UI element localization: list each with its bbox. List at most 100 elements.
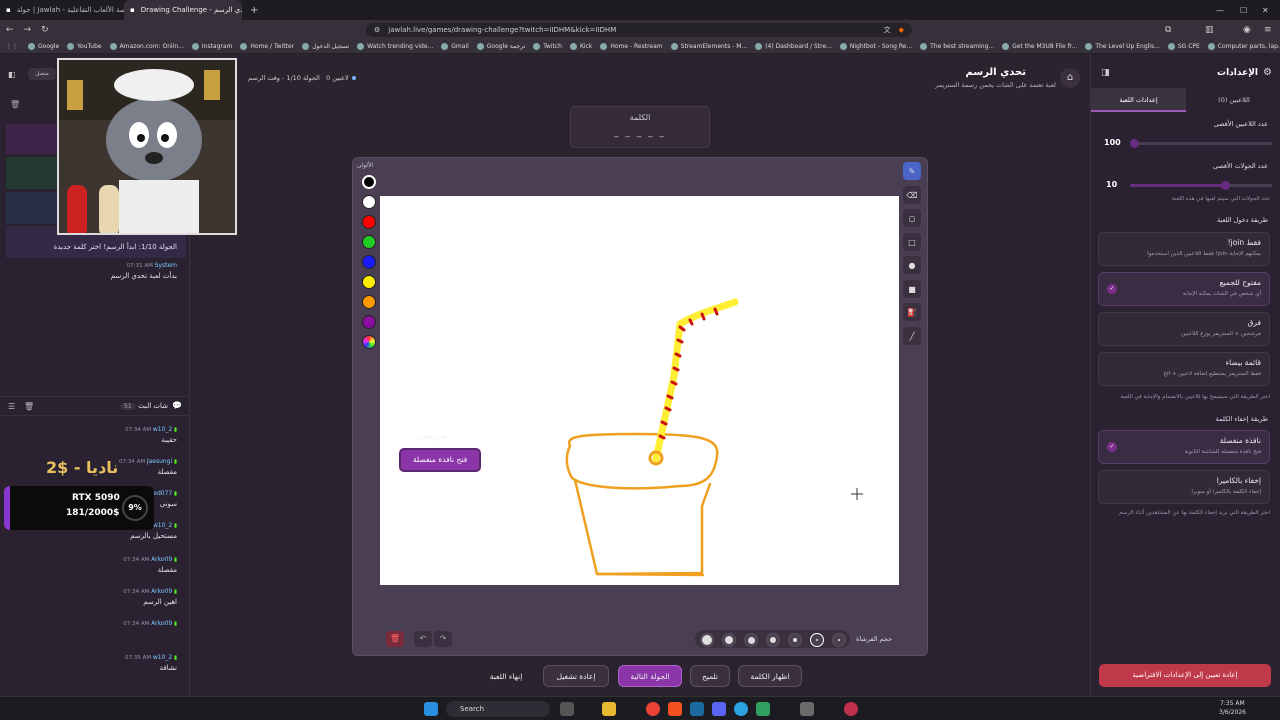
bookmark-item[interactable]: Nightbot - Song Re... (839, 43, 912, 50)
chat-username[interactable]: Arko09 (151, 620, 172, 627)
brush-size-option[interactable] (810, 633, 824, 647)
brush-size-option[interactable] (700, 633, 714, 647)
brush-size-option[interactable] (722, 633, 736, 647)
color-swatch[interactable] (362, 235, 376, 249)
chat-username[interactable]: Arko09 (151, 588, 172, 595)
color-swatch[interactable] (362, 275, 376, 289)
restart-button[interactable]: إعادة تشغيل (543, 665, 609, 687)
app-icon[interactable] (756, 702, 770, 716)
chat-username[interactable]: Jaesungi (147, 458, 172, 465)
settings-option[interactable]: قائمة بيضاء فقط الستريمر يستطيع إضافة لاع… (1098, 352, 1270, 386)
end-game-button[interactable]: إنهاء اللعبة (480, 665, 532, 687)
reload-icon[interactable]: ↻ (41, 25, 49, 35)
home-button[interactable]: ⌂ (1060, 68, 1080, 88)
next-round-button[interactable]: الجولة التالية (618, 665, 682, 687)
list-icon[interactable]: ☰ (8, 402, 15, 411)
app-icon[interactable] (844, 702, 858, 716)
windows-start-icon[interactable] (424, 702, 438, 716)
chat-username[interactable]: w10_2 (153, 426, 172, 433)
brush-size-option[interactable] (744, 633, 758, 647)
back-icon[interactable]: ← (6, 25, 14, 35)
bookmark-item[interactable]: Gmail (441, 43, 469, 50)
filled-circle-icon[interactable]: ● (903, 256, 921, 274)
pencil-icon[interactable]: ✎ (903, 162, 921, 180)
app-icon[interactable] (800, 702, 814, 716)
redo-button[interactable]: ↷ (434, 631, 452, 647)
discord-icon[interactable] (712, 702, 726, 716)
fill-bucket-icon[interactable]: ⛽ (903, 303, 921, 321)
hint-button[interactable]: تلميح (690, 665, 730, 687)
new-tab-icon[interactable]: + (250, 5, 258, 16)
max-rounds-slider[interactable] (1130, 181, 1272, 190)
bookmark-item[interactable]: Instagram (191, 43, 232, 50)
profile-icon[interactable]: ◉ (1243, 25, 1251, 35)
brush-size-option[interactable] (832, 633, 846, 647)
taskbar-search[interactable]: Search (446, 701, 550, 717)
color-swatch[interactable] (362, 175, 376, 189)
chat-username[interactable]: Arko09 (151, 556, 172, 563)
open-popup-button[interactable]: فتح نافذة منفصلة (399, 448, 481, 472)
rectangle-tool-icon[interactable]: □ (903, 233, 921, 251)
browser-tab-1[interactable]: ▪جولة | Jawlah - منصة الألعاب التفاعلية✕ (0, 0, 124, 20)
extensions-icon[interactable]: ⧉ (1165, 25, 1171, 35)
circle-tool-icon[interactable]: ○ (903, 209, 921, 227)
chat-username[interactable]: w10_2 (153, 522, 172, 529)
bookmark-item[interactable]: Amazon.com: Onlin... (109, 43, 184, 50)
bookmark-item[interactable]: StreamElements - M... (670, 43, 747, 50)
chat-username[interactable]: w10_2 (153, 654, 172, 661)
telegram-icon[interactable] (734, 702, 748, 716)
brush-size-option[interactable] (788, 633, 802, 647)
eraser-icon[interactable]: ⌫ (903, 186, 921, 204)
clear-canvas-button[interactable]: 🗑 (386, 631, 404, 647)
menu-icon[interactable]: ≡ (1264, 25, 1272, 35)
collapse-icon[interactable]: ◧ (8, 70, 16, 79)
bookmark-item[interactable]: Twitch (533, 43, 562, 50)
bookmark-item[interactable]: Get the M3U8 File fr... (1002, 43, 1077, 50)
max-players-slider[interactable] (1130, 139, 1272, 148)
bookmark-item[interactable]: Home - Restream (600, 43, 663, 50)
collapse-panel-icon[interactable]: ◨ (1101, 68, 1110, 78)
settings-option[interactable]: ✓ مفتوح للجميع أي شخص في الشات يمكنه الإجا… (1098, 272, 1270, 306)
brush-size-option[interactable] (766, 633, 780, 647)
bookmark-item[interactable]: The Level Up Englis... (1085, 43, 1160, 50)
brave-shield-icon[interactable]: ◆ (899, 26, 904, 34)
forward-icon[interactable]: → (24, 25, 32, 35)
show-word-button[interactable]: اظهار الكلمة (738, 665, 802, 687)
filled-rect-icon[interactable]: ■ (903, 280, 921, 298)
brave-icon[interactable] (668, 702, 682, 716)
settings-option[interactable]: إخفاء بالكاميرا إخفاء الكلمة بالكاميرا أو… (1098, 470, 1270, 504)
color-swatch[interactable] (362, 335, 376, 349)
color-swatch[interactable] (362, 315, 376, 329)
window-minimize-icon[interactable]: — (1216, 6, 1224, 15)
window-maximize-icon[interactable]: ☐ (1240, 6, 1247, 15)
bookmark-item[interactable]: The best streaming... (920, 43, 994, 50)
window-close-icon[interactable]: ✕ (1262, 6, 1269, 15)
bookmark-item[interactable]: Google (28, 43, 59, 50)
address-bar[interactable]: ⚙ jawlah.live/games/drawing-challenge?tw… (366, 23, 912, 37)
bookmark-item[interactable]: Home / Twitter (240, 43, 294, 50)
bookmark-item[interactable]: Watch trending vide... (357, 43, 433, 50)
bookmark-item[interactable]: YouTube (67, 43, 102, 50)
task-view-icon[interactable] (560, 702, 574, 716)
reset-settings-button[interactable]: إعادة تعيين إلى الإعدادات الافتراضية (1099, 664, 1271, 687)
tab-players[interactable]: اللاعبين (0) (1187, 88, 1280, 112)
bookmark-item[interactable]: Kick (569, 43, 592, 50)
color-swatch[interactable] (362, 195, 376, 209)
bookmark-item[interactable]: SG CPE (1167, 43, 1200, 50)
steam-icon[interactable] (690, 702, 704, 716)
bookmark-item[interactable]: تسجيل الدخول (302, 43, 349, 50)
settings-option[interactable]: ✓ نافذة منفصلة فتح نافذة منفصلة للشاشة الث… (1098, 430, 1270, 464)
apps-icon[interactable]: ⋮⋮ (6, 43, 18, 50)
settings-option[interactable]: فرق مرشحين + الستريمر يوزع اللاعبين (1098, 312, 1270, 346)
bookmark-item[interactable]: Google ترجمة (476, 43, 525, 50)
trash-icon[interactable]: 🗑 (10, 100, 20, 109)
chrome-icon[interactable] (646, 702, 660, 716)
sidebar-icon[interactable]: ▥ (1205, 25, 1214, 35)
slider-thumb[interactable] (1220, 181, 1230, 190)
drawing-canvas[interactable] (380, 196, 899, 585)
bookmark-item[interactable]: Computer parts, lap... (1207, 43, 1280, 50)
browser-tab-2[interactable]: ▪Drawing Challenge - تحدي الرسم✕ (124, 0, 242, 20)
color-swatch[interactable] (362, 255, 376, 269)
color-swatch[interactable] (362, 215, 376, 229)
site-info-icon[interactable]: ⚙ (374, 26, 380, 34)
